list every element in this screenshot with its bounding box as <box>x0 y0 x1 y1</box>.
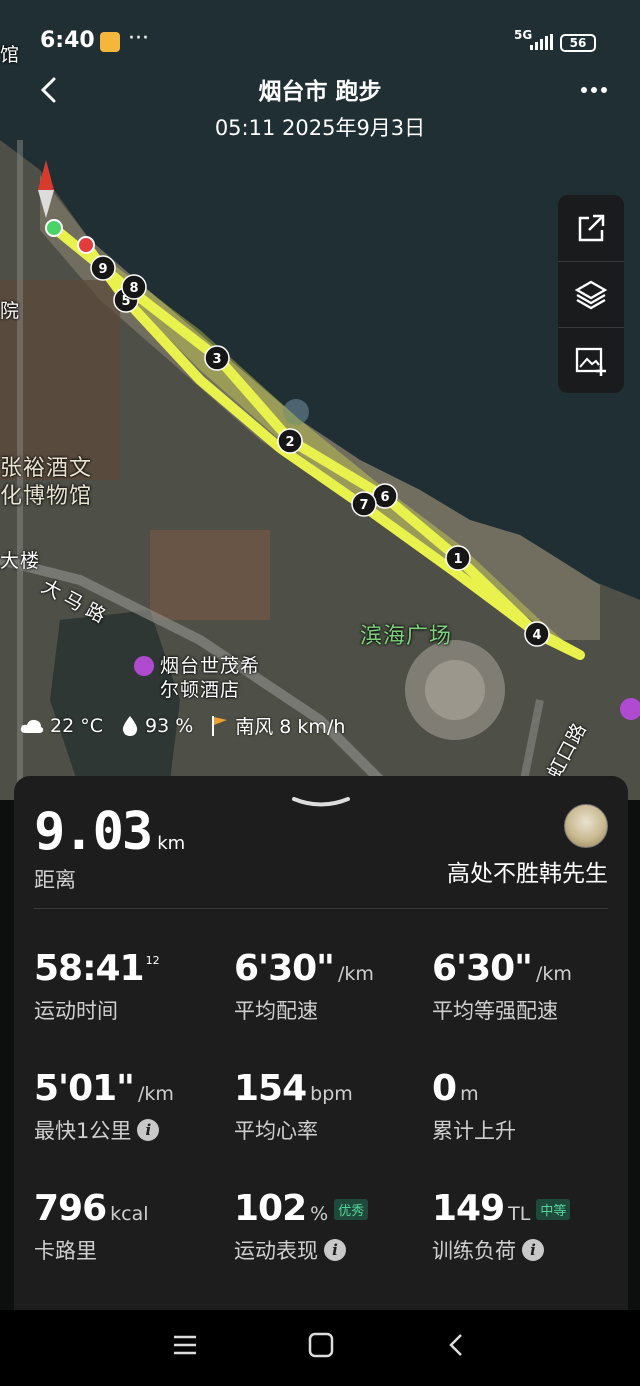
notification-icon <box>100 32 120 52</box>
km-marker-3: 3 <box>204 345 230 371</box>
cloud-icon <box>20 719 44 733</box>
humidity: 93 % <box>121 715 193 737</box>
more-icon <box>581 87 607 93</box>
weather-bar: 22 °C 93 % 南风 8 km/h <box>20 712 345 739</box>
map-label-museum: 张裕酒文 化博物馆 <box>0 456 93 509</box>
battery-icon: 56 <box>560 34 596 52</box>
status-badge: 中等 <box>536 1199 571 1220</box>
map-label-square: 滨海广场 <box>360 624 453 649</box>
store-icon <box>620 698 640 720</box>
stat-fastest-km: 5'01"/km 最快1公里 i <box>34 1068 174 1143</box>
hotel-icon <box>134 656 154 676</box>
system-nav-bar <box>0 1310 640 1386</box>
add-image-button[interactable] <box>558 327 624 393</box>
svg-text:7: 7 <box>359 498 368 513</box>
distance-label: 距离 <box>34 868 76 892</box>
stat-avg-pace: 6'30"/km 平均配速 <box>234 948 374 1023</box>
info-icon[interactable]: i <box>522 1239 544 1261</box>
more-button[interactable] <box>580 72 608 102</box>
stat-duration: 58:41 12 运动时间 <box>34 948 160 1023</box>
svg-text:2: 2 <box>285 435 294 450</box>
menu-icon <box>174 1335 196 1355</box>
svg-text:8: 8 <box>129 281 138 296</box>
temperature: 22 °C <box>20 715 103 737</box>
map-label-tower: 大楼 <box>0 550 41 572</box>
stat-ascent: 0m 累计上升 <box>432 1068 516 1143</box>
share-icon <box>578 214 605 242</box>
svg-text:1: 1 <box>453 552 462 567</box>
svg-text:3: 3 <box>212 352 221 367</box>
status-time: 6:40 <box>40 28 95 53</box>
share-button[interactable] <box>558 195 624 261</box>
km-marker-1: 1 <box>445 545 471 571</box>
svg-text:6: 6 <box>380 490 389 505</box>
add-image-icon <box>575 347 606 376</box>
layers-icon <box>574 280 608 309</box>
map-label-edge-yuan: 院 <box>0 300 21 322</box>
stat-performance: 102% 优秀 运动表现 i <box>234 1188 369 1265</box>
info-icon[interactable]: i <box>137 1119 160 1141</box>
stats-panel: 9.03 km 距离 高处不胜韩先生 58:41 12 运动时间 6'30"/km … <box>14 776 628 1316</box>
status-bar: 6:40 ··· 5G 56 <box>0 0 640 80</box>
stat-avg-hr: 154 bpm 平均心率 <box>234 1068 353 1143</box>
avatar[interactable] <box>564 804 608 848</box>
status-badge: 优秀 <box>334 1199 369 1220</box>
distance-value: 9.03 km <box>34 802 186 862</box>
divider <box>34 908 608 909</box>
wind-flag-icon <box>212 715 228 736</box>
km-marker-8: 8 <box>121 274 147 300</box>
water-drop-icon <box>122 715 138 736</box>
svg-text:9: 9 <box>98 262 107 277</box>
km-marker-9: 9 <box>90 255 116 281</box>
signal-icon <box>526 34 553 50</box>
page-subtitle: 05:11 2025年9月3日 <box>214 116 426 140</box>
svg-text:4: 4 <box>532 628 541 643</box>
more-notifications: ··· <box>128 26 149 51</box>
recents-button[interactable] <box>172 1332 198 1362</box>
stat-training-load: 149 TL 中等 训练负荷 i <box>432 1188 571 1265</box>
page-title: 烟台市 跑步 <box>258 79 382 105</box>
km-marker-7: 7 <box>351 491 377 517</box>
system-back-button[interactable] <box>446 1332 466 1362</box>
map-tools <box>558 195 624 393</box>
stat-avg-grade-pace: 6'30"/km 平均等强配速 <box>432 948 572 1023</box>
back-arrow-icon <box>449 1334 462 1356</box>
home-icon <box>308 1332 334 1358</box>
chevron-down-icon <box>292 797 350 807</box>
km-marker-4: 4 <box>524 621 550 647</box>
wind: 南风 8 km/h <box>211 712 345 739</box>
stat-calories: 796 kcal 卡路里 <box>34 1188 149 1263</box>
home-button[interactable] <box>308 1332 334 1362</box>
collapse-handle[interactable] <box>290 794 352 814</box>
username: 高处不胜韩先生 <box>447 861 608 887</box>
layers-button[interactable] <box>558 261 624 327</box>
km-marker-2: 2 <box>277 428 303 454</box>
info-icon[interactable]: i <box>324 1239 346 1261</box>
map-label-hilton: 烟台世茂希 尔顿酒店 <box>134 654 260 702</box>
